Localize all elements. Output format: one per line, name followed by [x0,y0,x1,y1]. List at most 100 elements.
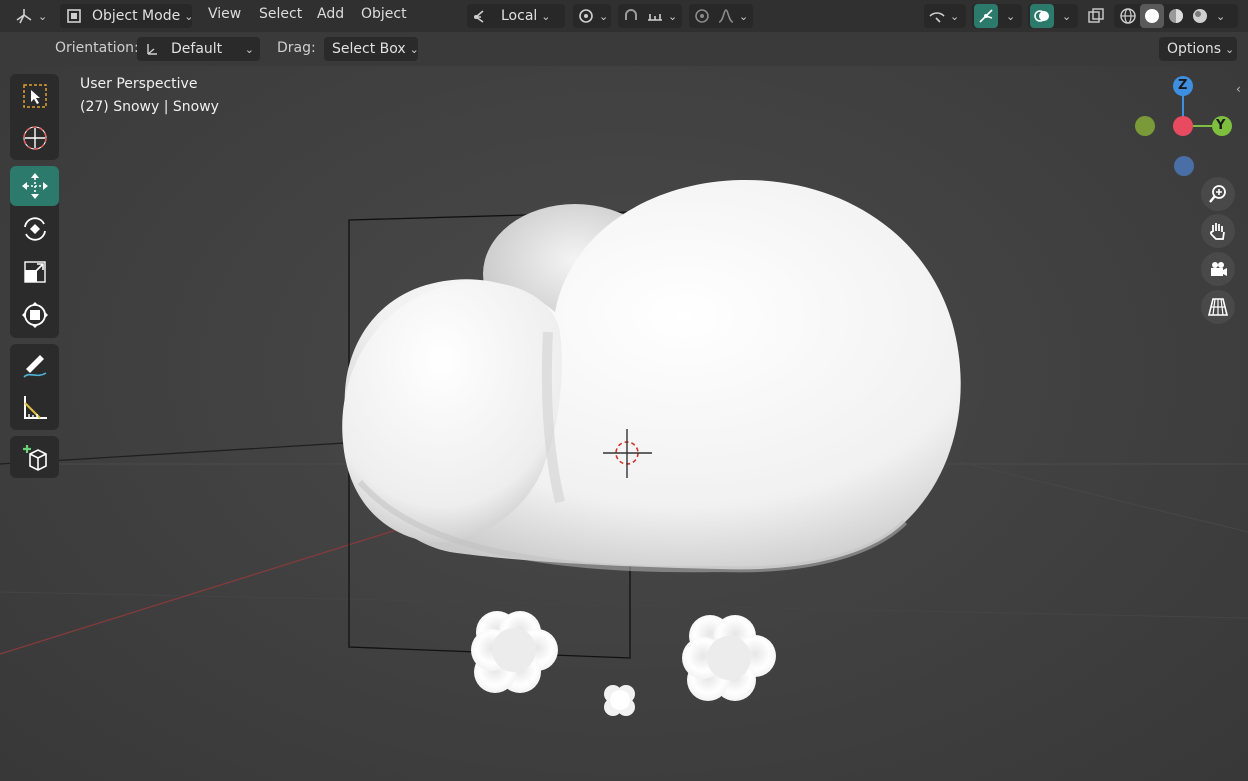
tool-rotate[interactable] [10,209,59,249]
orientation-value: Default [171,41,223,57]
selectability-dropdown[interactable]: ⌄ [924,4,966,28]
overlays-icon[interactable] [1030,4,1054,28]
object-mode-icon [66,8,84,24]
increment-snap-icon [646,8,664,24]
chevron-down-icon: ⌄ [1062,9,1072,23]
camera-view-button[interactable] [1201,252,1235,286]
gizmo-z-label: Z [1178,78,1188,93]
mode-label: Object Mode [92,8,181,24]
zoom-icon [1209,185,1226,203]
annotate-pencil-icon [22,355,46,378]
chevron-down-icon: ⌄ [409,42,419,56]
scene-canvas[interactable] [0,32,1248,781]
measure-ruler-icon [23,396,47,419]
tool-annotate[interactable] [10,346,59,386]
rotate-icon [23,217,46,241]
snowflake-left[interactable] [471,611,558,693]
chevron-down-icon: ⌄ [1225,42,1235,56]
active-object-info: (27) Snowy | Snowy [80,99,219,115]
move-icon [21,173,48,199]
gizmo-neg-y[interactable] [1135,116,1155,136]
camera-icon [1211,262,1227,276]
zoom-view-button[interactable] [1201,177,1235,211]
hand-icon [1210,223,1225,240]
gizmo-y-label: Y [1216,118,1226,133]
pivot-label: Local [501,8,538,24]
tool-settings-header: Orientation: Default ⌄ Drag: Select Box … [0,32,1248,66]
editor-type-dropdown[interactable]: ⌄ [12,4,48,28]
gizmo-neg-z[interactable] [1174,156,1194,176]
scale-icon [23,261,46,283]
tool-scale[interactable] [10,252,59,292]
menu-view[interactable]: View [208,6,241,22]
drag-label: Drag: [277,40,316,56]
grid-perspective-icon [1207,298,1229,316]
chevron-down-icon: ⌄ [541,9,551,23]
chevron-down-icon: ⌄ [38,9,48,23]
rendered-shading-icon[interactable] [1188,4,1212,28]
cursor-icon [22,126,47,150]
options-label: Options [1167,41,1222,57]
proportional-edit-group[interactable]: ⌄ [689,4,753,28]
xray-toggle[interactable] [1084,4,1110,28]
tool-add-cube[interactable] [10,437,59,477]
drag-dropdown[interactable]: Select Box ⌄ [324,37,419,61]
viewport-header: ⌄ Object Mode ⌄ View Select Add Object L… [0,0,1248,32]
tool-select-box[interactable] [10,76,59,116]
chevron-down-icon: ⌄ [739,9,749,23]
overlays-toggle-group[interactable]: ⌄ [1028,4,1078,28]
ortho-toggle-button[interactable] [1201,290,1235,324]
gizmo-toggle-group[interactable]: ⌄ [972,4,1022,28]
menu-add[interactable]: Add [317,6,344,22]
3d-viewport[interactable]: X Y Z User Perspective (27) Snowy | Snow… [0,32,1248,781]
view-perspective-label: User Perspective [80,76,198,92]
tool-cursor[interactable] [10,118,59,158]
tool-transform[interactable] [10,295,59,335]
orientation-label: Orientation: [55,40,139,56]
falloff-curve-icon [717,8,735,24]
chevron-down-icon: ⌄ [668,9,678,23]
menu-select[interactable]: Select [259,6,302,22]
toolbar-transform-group [10,166,59,338]
chevron-down-icon: ⌄ [1216,9,1226,23]
gizmo-x[interactable] [1173,116,1193,136]
xray-icon [1087,7,1105,25]
pivot-point-icon [577,8,595,24]
add-cube-icon [22,445,47,471]
axis-editor-icon [14,7,34,25]
transform-orientation-icon [473,8,493,24]
proportional-edit-icon[interactable] [693,8,711,24]
drag-value: Select Box [332,41,406,57]
gizmo-icon[interactable] [974,4,998,28]
snowflake-small[interactable] [604,685,635,716]
solid-shading-icon[interactable] [1140,4,1164,28]
sidebar-collapse-icon[interactable]: ‹ [1236,82,1241,96]
snowflake-right[interactable] [682,615,776,701]
select-box-icon [22,84,47,108]
orientation-axes-icon [143,41,161,57]
tool-measure[interactable] [10,388,59,428]
transform-icon [21,302,48,328]
menu-object[interactable]: Object [361,6,407,22]
wireframe-shading-icon[interactable] [1116,4,1140,28]
chevron-down-icon: ⌄ [244,42,254,56]
shading-group[interactable]: ⌄ [1114,4,1238,28]
visibility-arrow-icon [928,8,946,24]
pivot-point-dropdown[interactable]: ⌄ [573,4,611,28]
mode-dropdown[interactable]: Object Mode ⌄ [60,4,194,28]
chevron-down-icon: ⌄ [184,9,194,23]
orientation-dropdown[interactable]: Default ⌄ [137,37,260,61]
pivot-dropdown[interactable]: Local ⌄ [467,4,565,28]
chevron-down-icon: ⌄ [1006,9,1016,23]
pan-view-button[interactable] [1201,214,1235,248]
chevron-down-icon: ⌄ [599,9,609,23]
tool-move[interactable] [10,166,59,206]
options-dropdown[interactable]: Options ⌄ [1159,37,1237,61]
chevron-down-icon: ⌄ [950,9,960,23]
snowy-cloud-mesh[interactable] [342,179,961,573]
material-shading-icon[interactable] [1164,4,1188,28]
toolbar-select-group [10,74,59,160]
toolbar-annotate-group [10,344,59,430]
magnet-snap-icon[interactable] [622,8,640,24]
snap-group[interactable]: ⌄ [618,4,682,28]
